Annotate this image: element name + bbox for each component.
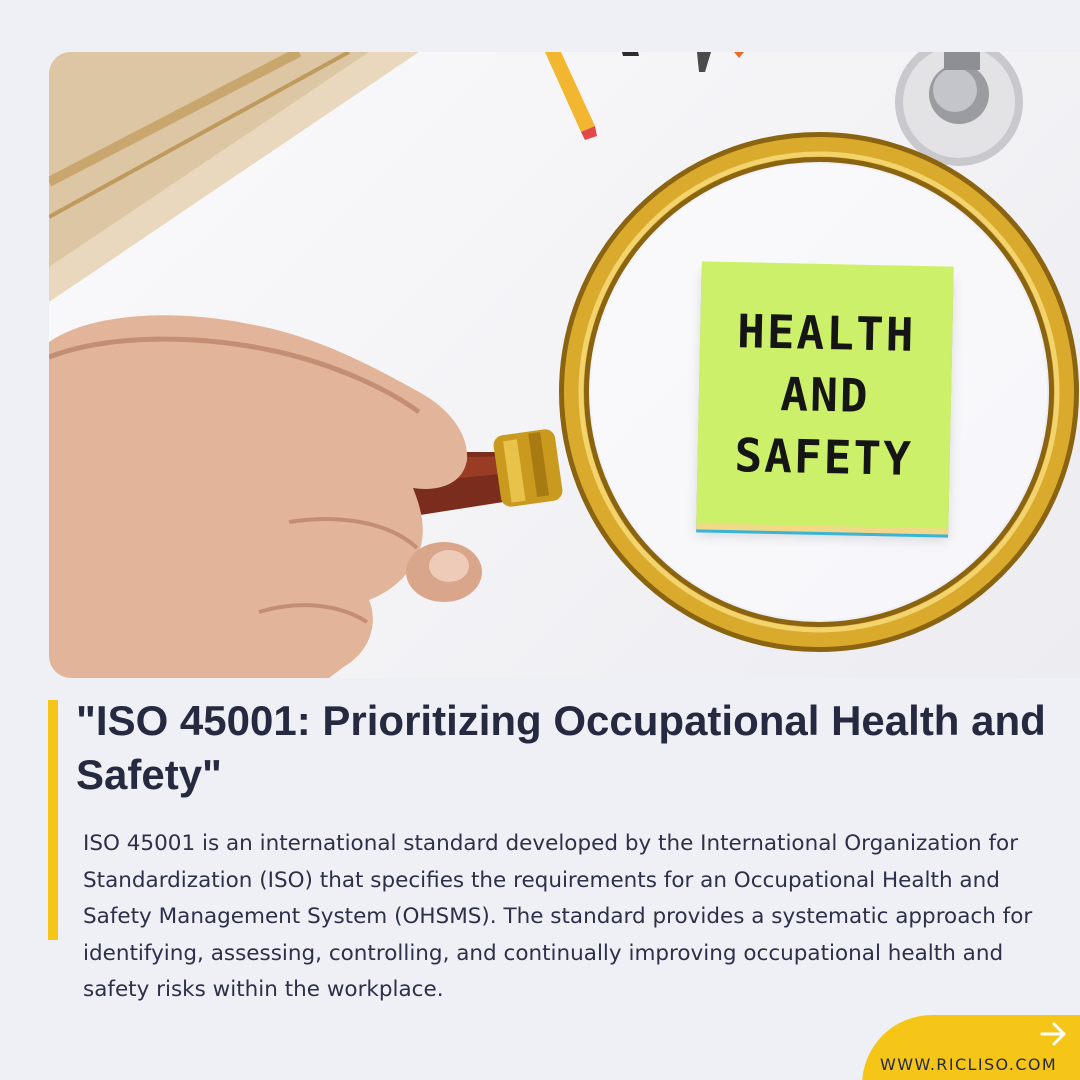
hero-photo: HEALTH AND SAFETY	[49, 52, 1080, 678]
notebook-illustration	[49, 52, 419, 302]
stethoscope-illustration	[895, 52, 1023, 166]
page-title: "ISO 45001: Prioritizing Occupational He…	[76, 697, 1046, 798]
sticky-note: HEALTH AND SAFETY	[696, 261, 954, 529]
website-link[interactable]: WWW.RICLISO.COM	[880, 1055, 1057, 1074]
pencils-illustration	[545, 52, 744, 140]
title-accent-bar	[48, 700, 58, 940]
note-line: HEALTH	[736, 304, 916, 362]
description-text: ISO 45001 is an international standard d…	[83, 831, 1033, 1002]
note-line: SAFETY	[734, 428, 914, 486]
arrow-right-icon[interactable]	[1039, 1020, 1069, 1048]
note-line: AND	[779, 367, 871, 423]
